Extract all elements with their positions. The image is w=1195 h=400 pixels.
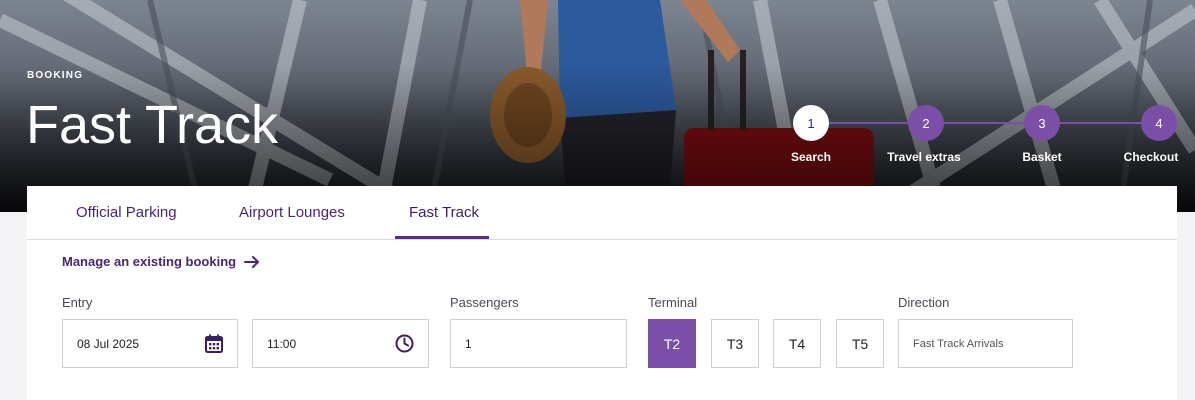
clock-icon[interactable] [395, 334, 414, 353]
tab-active-indicator [395, 236, 489, 239]
step-2-label: Travel extras [887, 150, 961, 164]
step-4-circle: 4 [1141, 105, 1177, 141]
manage-booking-label: Manage an existing booking [62, 254, 237, 269]
step-2-circle: 2 [908, 105, 944, 141]
passengers-value: 1 [465, 336, 472, 351]
manage-booking-link[interactable]: Manage an existing booking [62, 254, 260, 269]
product-tabs: Official Parking Airport Lounges Fast Tr… [27, 186, 1177, 240]
hero-banner: BOOKING Fast Track 1 2 3 4 Search Travel… [0, 0, 1195, 212]
terminal-t2-button[interactable]: T2 [648, 319, 696, 368]
arrow-right-icon [244, 255, 260, 268]
tab-fast-track[interactable]: Fast Track [409, 204, 479, 221]
entry-date-value: 08 Jul 2025 [77, 336, 140, 351]
direction-value: Fast Track Arrivals [913, 337, 1004, 350]
step-3-label: Basket [1022, 150, 1062, 164]
entry-time-input[interactable]: 11:00 [252, 319, 429, 368]
step-3-circle: 3 [1024, 105, 1060, 141]
terminal-t5-button[interactable]: T5 [836, 319, 884, 368]
step-1-circle: 1 [793, 105, 829, 141]
calendar-icon[interactable] [205, 334, 223, 353]
direction-select[interactable]: Fast Track Arrivals [898, 319, 1073, 368]
terminal-t3-button[interactable]: T3 [711, 319, 759, 368]
passengers-input[interactable]: 1 [450, 319, 627, 368]
terminal-t4-button[interactable]: T4 [773, 319, 821, 368]
step-1-label: Search [790, 150, 832, 164]
tab-official-parking[interactable]: Official Parking [76, 204, 177, 221]
tab-airport-lounges[interactable]: Airport Lounges [239, 204, 345, 221]
entry-time-value: 11:00 [267, 336, 297, 351]
terminal-label: Terminal [648, 295, 698, 310]
booking-card: Official Parking Airport Lounges Fast Tr… [27, 186, 1177, 400]
entry-date-input[interactable]: 08 Jul 2025 [62, 319, 238, 368]
direction-label: Direction [898, 295, 950, 310]
booking-stepper: 1 2 3 4 Search Travel extras Basket Chec… [0, 0, 1195, 212]
step-4-label: Checkout [1123, 150, 1179, 164]
entry-label: Entry [62, 295, 93, 310]
passengers-label: Passengers [450, 295, 519, 310]
